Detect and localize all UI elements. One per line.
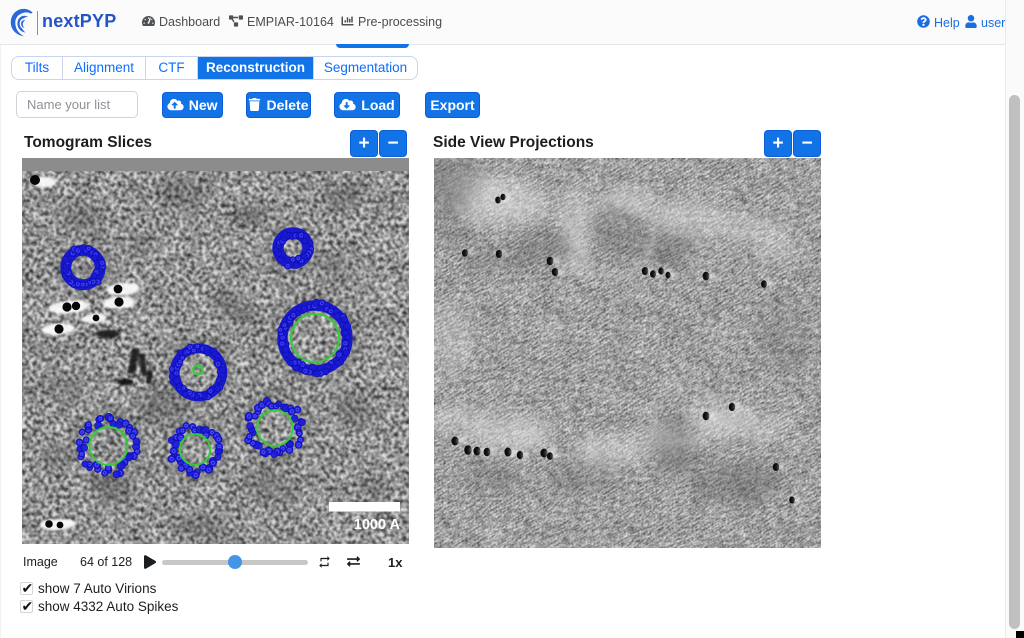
svg-text:1000 A: 1000 A xyxy=(354,517,401,533)
